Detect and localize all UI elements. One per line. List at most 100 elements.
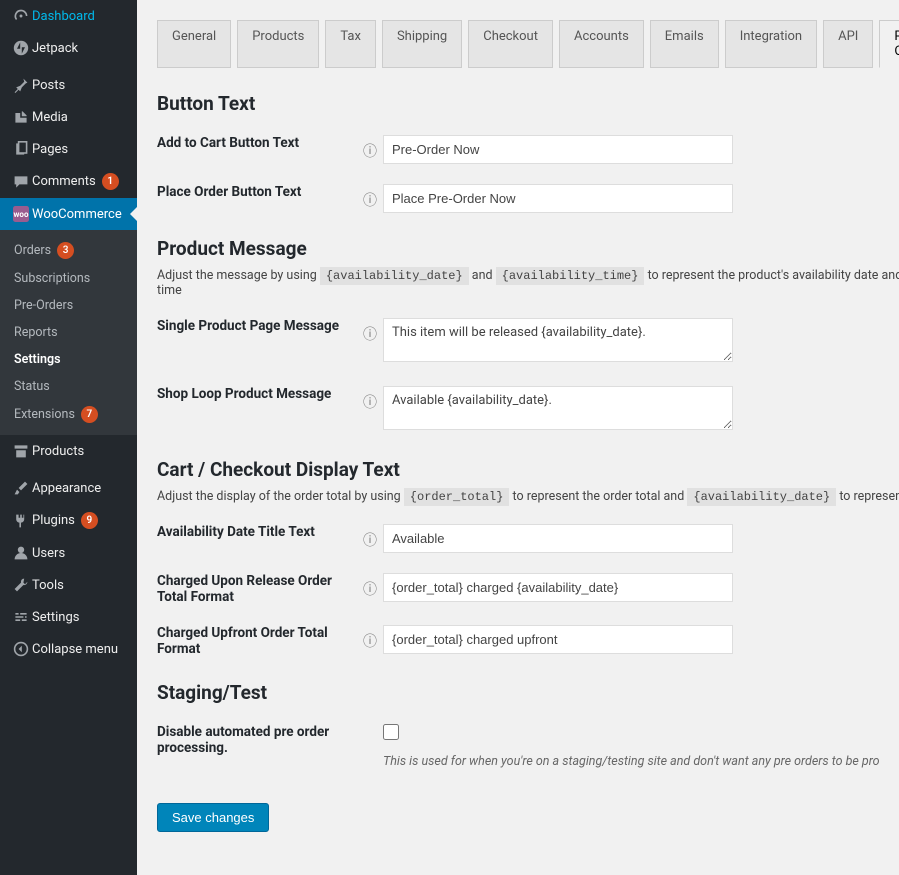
help-icon[interactable]: ⓘ (363, 579, 377, 599)
tab-tax[interactable]: Tax (325, 20, 376, 68)
label-single-product-message: Single Product Page Message (157, 318, 357, 334)
desc-product-message: Adjust the message by using {availabilit… (157, 268, 899, 298)
textarea-single-product-message[interactable]: This item will be released {availability… (383, 318, 733, 362)
tab-accounts[interactable]: Accounts (559, 20, 644, 68)
sidebar-submenu: Orders 3 Subscriptions Pre-Orders Reports Set… (0, 230, 137, 435)
code-availability-date: {availability_date} (320, 267, 469, 285)
help-icon[interactable]: ⓘ (363, 631, 377, 651)
textarea-shop-loop-message[interactable]: Available {availability_date}. (383, 386, 733, 430)
label-charged-upfront-format: Charged Upfront Order Total Format (157, 625, 357, 657)
sidebar-item-label: Appearance (32, 481, 101, 496)
sidebar-subitem-subscriptions[interactable]: Subscriptions (0, 265, 137, 292)
tab-shipping[interactable]: Shipping (382, 20, 462, 68)
sidebar-item-posts[interactable]: Posts (0, 69, 137, 101)
sidebar-item-comments[interactable]: Comments1 (0, 165, 137, 198)
desc-cart-checkout: Adjust the display of the order total by… (157, 489, 899, 504)
sidebar-item-label: Plugins (32, 513, 75, 528)
tab-api[interactable]: API (823, 20, 873, 68)
label-shop-loop-message: Shop Loop Product Message (157, 386, 357, 402)
input-add-to-cart-text[interactable] (383, 135, 733, 164)
tab-pre-orders[interactable]: Pre-Orders (879, 20, 899, 68)
tab-emails[interactable]: Emails (650, 20, 719, 68)
sidebar-item-plugins[interactable]: Plugins 9 (0, 504, 137, 537)
notification-badge: 3 (57, 242, 74, 259)
woo-icon: woo (10, 206, 32, 222)
sidebar-item-label: Media (32, 110, 68, 125)
help-icon[interactable]: ⓘ (363, 392, 377, 412)
sidebar-item-label: Products (32, 444, 84, 459)
sidebar-subitem-label: Reports (14, 325, 58, 340)
notification-badge: 9 (81, 512, 98, 529)
sidebar-item-label: Pages (32, 142, 68, 157)
input-charged-release-format[interactable] (383, 573, 733, 602)
pages-icon (10, 141, 32, 157)
hint-disable-processing: This is used for when you're on a stagin… (383, 754, 880, 769)
code-availability-date: {availability_date} (687, 488, 836, 506)
help-icon[interactable]: ⓘ (363, 324, 377, 344)
sidebar-subitem-status[interactable]: Status (0, 373, 137, 400)
sidebar-item-label: Comments (32, 174, 96, 189)
tab-integration[interactable]: Integration (725, 20, 817, 68)
sidebar-item-settings[interactable]: Settings (0, 601, 137, 633)
sidebar-item-label: Collapse menu (32, 642, 118, 657)
label-add-to-cart-text: Add to Cart Button Text (157, 135, 357, 151)
sidebar-item-appearance[interactable]: Appearance (0, 472, 137, 504)
sidebar-subitem-label: Orders (14, 243, 51, 258)
collapse-icon (10, 641, 32, 657)
sidebar-item-collapse-menu[interactable]: Collapse menu (0, 633, 137, 665)
sidebar-item-jetpack[interactable]: Jetpack (0, 32, 137, 64)
notification-badge: 7 (81, 406, 98, 423)
dashboard-icon (10, 8, 32, 24)
heading-cart-checkout: Cart / Checkout Display Text (157, 458, 899, 481)
sidebar-item-label: Jetpack (32, 41, 78, 56)
input-availability-title[interactable] (383, 524, 733, 553)
save-button[interactable]: Save changes (157, 803, 269, 832)
input-place-order-text[interactable] (383, 184, 733, 213)
sidebar-item-users[interactable]: Users (0, 537, 137, 569)
sidebar-item-tools[interactable]: Tools (0, 569, 137, 601)
label-disable-processing: Disable automated pre order processing. (157, 724, 357, 756)
sidebar-subitem-extensions[interactable]: Extensions7 (0, 400, 137, 429)
brush-icon (10, 480, 32, 496)
media-icon (10, 109, 32, 125)
help-icon[interactable]: ⓘ (363, 141, 377, 161)
sidebar-subitem-label: Pre-Orders (14, 298, 73, 313)
code-availability-time: {availability_time} (496, 267, 645, 285)
help-icon[interactable]: ⓘ (363, 190, 377, 210)
tab-checkout[interactable]: Checkout (468, 20, 553, 68)
sidebar-item-label: Posts (32, 78, 65, 93)
sidebar-subitem-label: Status (14, 379, 50, 394)
sidebar-item-pages[interactable]: Pages (0, 133, 137, 165)
sidebar-subitem-settings[interactable]: Settings (0, 346, 137, 373)
svg-text:woo: woo (14, 210, 29, 219)
heading-staging: Staging/Test (157, 681, 899, 704)
code-order-total: {order_total} (404, 488, 510, 506)
sidebar-item-label: Tools (32, 578, 64, 593)
sidebar-item-label: Dashboard (32, 9, 95, 24)
checkbox-disable-processing[interactable] (383, 724, 399, 740)
plug-icon (10, 513, 32, 529)
section-product-message: Product Message Adjust the message by us… (137, 213, 899, 434)
pin-icon (10, 77, 32, 93)
sidebar-item-products[interactable]: Products (0, 435, 137, 467)
label-charged-release-format: Charged Upon Release Order Total Format (157, 573, 357, 605)
input-charged-upfront-format[interactable] (383, 625, 733, 654)
products-icon (10, 443, 32, 459)
section-cart-checkout: Cart / Checkout Display Text Adjust the … (137, 434, 899, 657)
sidebar-subitem-label: Settings (14, 352, 61, 367)
sidebar-subitem-orders[interactable]: Orders 3 (0, 236, 137, 265)
sidebar-item-dashboard[interactable]: Dashboard (0, 0, 137, 32)
sidebar-item-label: Users (32, 546, 65, 561)
tab-general[interactable]: General (157, 20, 231, 68)
help-icon[interactable]: ⓘ (363, 530, 377, 550)
tab-products[interactable]: Products (237, 20, 319, 68)
admin-sidebar: Dashboard Jetpack Posts Media Pages Comments1… (0, 0, 137, 875)
sidebar-item-label: Settings (32, 610, 79, 625)
sidebar-subitem-reports[interactable]: Reports (0, 319, 137, 346)
sidebar-subitem-pre-orders[interactable]: Pre-Orders (0, 292, 137, 319)
sidebar-item-label: WooCommerce (32, 207, 122, 222)
sidebar-item-woocommerce[interactable]: wooWooCommerce (0, 198, 137, 230)
heading-product-message: Product Message (157, 237, 899, 260)
sidebar-item-media[interactable]: Media (0, 101, 137, 133)
user-icon (10, 545, 32, 561)
